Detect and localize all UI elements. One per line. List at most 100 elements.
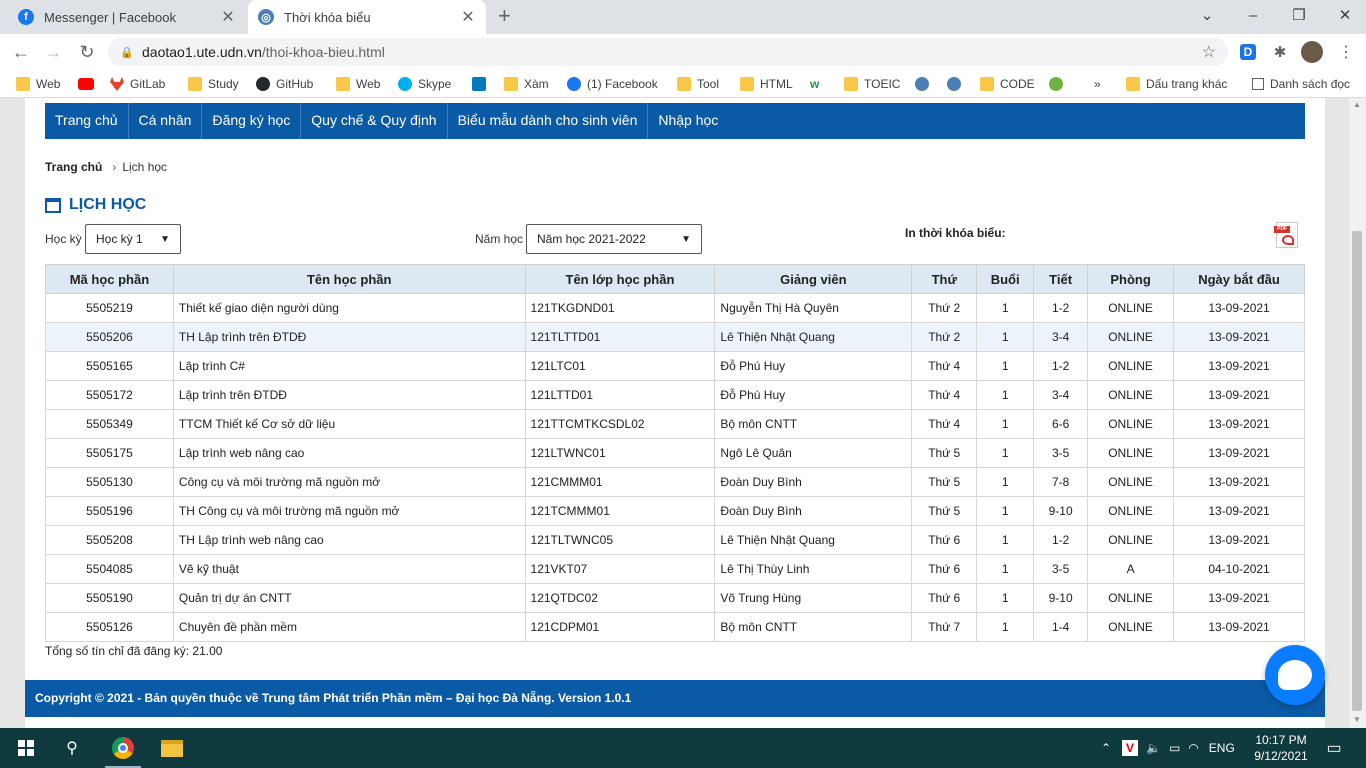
chrome-icon[interactable] — [111, 736, 135, 760]
bookmark-spring[interactable] — [1049, 76, 1069, 92]
table-cell: Thứ 2 — [911, 293, 978, 323]
bookmarks-overflow[interactable]: » — [1094, 76, 1101, 92]
back-button[interactable]: ← — [8, 40, 34, 64]
notification-icon[interactable]: ▭ — [1322, 736, 1346, 760]
table-cell: Bộ môn CNTT — [714, 612, 913, 642]
table-cell: 5505175 — [45, 438, 174, 468]
pdf-icon[interactable]: PDF — [1274, 222, 1298, 248]
nav-trang-chu[interactable]: Trang chủ — [45, 103, 129, 139]
bookmark-github[interactable]: GitHub — [256, 76, 313, 92]
bookmark-web-2[interactable]: Web — [336, 76, 380, 92]
table-cell: 3-5 — [1033, 438, 1089, 468]
windows-start-icon[interactable] — [14, 736, 38, 760]
extensions-puzzle-icon[interactable]: ✱ — [1268, 40, 1292, 64]
page-title: LỊCH HỌC — [45, 196, 146, 214]
scroll-thumb[interactable] — [1352, 231, 1362, 711]
table-row: 5505208 TH Lập trình web nâng cao 121TLTWN… — [45, 525, 1305, 555]
nav-quy-che[interactable]: Quy chế & Quy định — [301, 103, 448, 139]
bookmark-w[interactable]: w — [810, 76, 830, 92]
close-icon[interactable]: ✕ — [220, 7, 236, 27]
facebook-icon — [567, 77, 581, 91]
table-row: 5505206 TH Lập trình trên ĐTDĐ 121TLTTD01 L… — [45, 322, 1305, 352]
scroll-down-icon[interactable]: ▼ — [1353, 715, 1361, 724]
address-bar[interactable]: 🔒 daotao1.ute.udn.vn /thoi-khoa-bieu.htm… — [108, 38, 1228, 66]
menu-kebab-icon[interactable]: ⋮ — [1334, 40, 1358, 64]
bookmark-code[interactable]: CODE — [980, 76, 1035, 92]
folder-icon — [188, 77, 202, 91]
table-cell: 5505206 — [45, 322, 174, 352]
table-cell: 5505208 — [45, 525, 174, 555]
table-cell: 121CMMM01 — [524, 467, 716, 497]
profile-avatar[interactable] — [1300, 40, 1324, 64]
breadcrumb-current: Lịch học — [122, 160, 168, 174]
bookmark-gitlab[interactable]: GitLab — [110, 76, 165, 92]
table-cell: 3-4 — [1033, 322, 1089, 352]
nav-ca-nhan[interactable]: Cá nhân — [129, 103, 203, 139]
bookmark-xam[interactable]: Xàm — [504, 76, 549, 92]
wifi-icon[interactable]: ◠ — [1188, 741, 1198, 755]
facebook-icon: f — [18, 9, 34, 25]
nav-nhap-hoc[interactable]: Nhập học — [648, 103, 728, 139]
battery-icon[interactable]: ▭ — [1169, 741, 1180, 755]
bookmark-star-icon[interactable]: ☆ — [1202, 42, 1216, 62]
bookmark-tool[interactable]: Tool — [677, 76, 719, 92]
bookmark-site-2[interactable] — [947, 76, 967, 92]
table-row: 5505165 Lập trình C# 121LTC01 Đỗ Phú Huy Thứ… — [45, 351, 1305, 381]
bookmark-html[interactable]: HTML — [740, 76, 793, 92]
breadcrumb-home[interactable]: Trang chủ — [45, 160, 102, 174]
clock[interactable]: 10:17 PM 9/12/2021 — [1248, 732, 1314, 764]
forward-button[interactable]: → — [40, 40, 66, 64]
minimize-button[interactable]: – — [1230, 7, 1276, 24]
table-cell: Đoàn Duy Bình — [714, 467, 913, 497]
table-cell: 5505190 — [45, 583, 174, 613]
reload-button[interactable]: ↻ — [74, 40, 100, 64]
search-icon[interactable]: ⚲ — [60, 736, 84, 760]
breadcrumb: Trang chủ › Lịch học — [45, 160, 167, 174]
bookmark-skype[interactable]: Skype — [398, 76, 451, 92]
table-cell: 5504085 — [45, 554, 174, 584]
table-cell: 9-10 — [1033, 583, 1089, 613]
table-cell: 5505172 — [45, 380, 174, 410]
table-cell: 5505126 — [45, 612, 174, 642]
table-header-row: Mã học phần Tên học phần Tên lớp học phầ… — [45, 264, 1305, 294]
antivirus-icon[interactable]: V — [1122, 740, 1138, 756]
reading-list[interactable]: Danh sách đọc — [1252, 76, 1350, 92]
tab-thoi-khoa-bieu[interactable]: ◎ Thời khóa biểu ✕ — [248, 0, 486, 34]
extension-d-icon[interactable]: D — [1236, 40, 1260, 64]
reading-list-icon — [1252, 78, 1264, 90]
year-select[interactable]: Năm học 2021-2022 ▼ — [526, 224, 702, 254]
scroll-up-icon[interactable]: ▲ — [1353, 100, 1361, 109]
nav-bieu-mau[interactable]: Biểu mẫu dành cho sinh viên — [448, 103, 649, 139]
bookmark-other[interactable]: Dấu trang khác — [1126, 76, 1227, 92]
bookmark-site-1[interactable] — [915, 76, 935, 92]
table-cell: Nguyễn Thị Hà Quyên — [714, 293, 913, 323]
semester-select[interactable]: Học kỳ 1 ▼ — [85, 224, 181, 254]
table-cell: Thứ 4 — [911, 409, 978, 439]
chevron-up-icon[interactable]: ⌃ — [1098, 741, 1114, 755]
volume-icon[interactable]: 🔈 — [1146, 741, 1161, 755]
bookmark-youtube[interactable] — [78, 76, 100, 92]
table-cell: 1 — [976, 612, 1035, 642]
tab-search-icon[interactable]: ⌄ — [1184, 6, 1230, 24]
bookmark-study[interactable]: Study — [188, 76, 239, 92]
bookmark-web[interactable]: Web — [16, 76, 60, 92]
table-cell: 121TLTWNC05 — [524, 525, 716, 555]
restore-button[interactable]: ❐ — [1276, 6, 1322, 24]
tab-title: Thời khóa biểu — [284, 9, 371, 25]
site-icon — [947, 77, 961, 91]
file-explorer-icon[interactable] — [160, 736, 184, 760]
nav-dang-ky-hoc[interactable]: Đăng ký học — [202, 103, 302, 139]
bookmark-facebook[interactable]: (1) Facebook — [567, 76, 658, 92]
close-icon[interactable]: ✕ — [460, 7, 476, 27]
skype-icon — [398, 77, 412, 91]
new-tab-button[interactable]: + — [498, 5, 511, 27]
close-window-button[interactable]: ✕ — [1322, 6, 1366, 24]
language-indicator[interactable]: ENG — [1209, 741, 1235, 755]
bookmark-toeic[interactable]: TOEIC — [844, 76, 900, 92]
bookmark-trello[interactable] — [472, 76, 492, 92]
table-cell: 1-2 — [1033, 351, 1089, 381]
messenger-chat-button[interactable] — [1265, 645, 1325, 705]
vertical-scrollbar[interactable]: ▲ ▼ — [1349, 98, 1366, 728]
table-cell: 1 — [976, 583, 1035, 613]
tab-messenger[interactable]: f Messenger | Facebook ✕ — [8, 0, 246, 34]
